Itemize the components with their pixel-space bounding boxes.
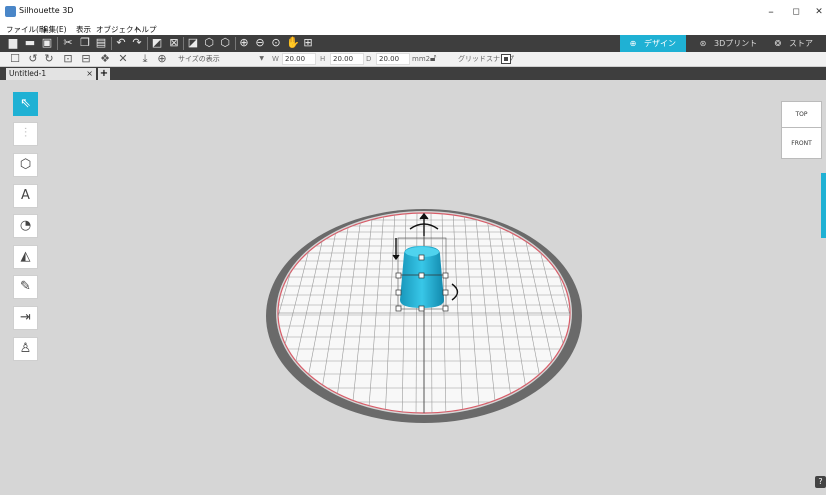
resize-handle[interactable]	[395, 272, 402, 279]
resize-handle[interactable]	[418, 272, 425, 279]
text-a-icon: A	[21, 188, 30, 203]
scene-canvas[interactable]	[0, 0, 826, 495]
figure-icon: ♙	[19, 341, 32, 356]
resize-handle[interactable]	[418, 305, 425, 312]
text-tool-button[interactable]: A	[13, 184, 38, 208]
resize-handle[interactable]	[395, 289, 402, 296]
basic-shapes-tool-button[interactable]: ⬡	[13, 153, 38, 177]
align-icon: ⫶	[23, 126, 28, 141]
resize-handle[interactable]	[442, 272, 449, 279]
help-button[interactable]: ?	[815, 476, 826, 488]
shape-tool-button[interactable]: ◔	[13, 214, 38, 238]
cube-icon: ⬡	[19, 157, 32, 172]
import-tool-button[interactable]: ⇥	[13, 306, 38, 330]
figure-tool-button[interactable]: ♙	[13, 337, 38, 361]
resize-handle[interactable]	[442, 305, 449, 312]
resize-handle[interactable]	[418, 254, 425, 261]
pointer-icon: ⇖	[20, 96, 31, 111]
alignment-tool-button[interactable]: ⫶	[13, 122, 38, 146]
view-cube[interactable]: TOP FRONT	[781, 101, 822, 159]
extrude-tool-button[interactable]: ◭	[13, 245, 38, 269]
view-cube-top[interactable]: TOP	[781, 101, 822, 127]
resize-handle[interactable]	[442, 289, 449, 296]
import-icon: ⇥	[20, 310, 31, 325]
side-panel-handle[interactable]	[821, 173, 826, 238]
tool-palette: ⇖ ⫶ ⬡ A ◔ ◭ ✎ ⇥ ♙	[10, 92, 43, 367]
knife-tool-button[interactable]: ✎	[13, 275, 38, 299]
build-platform	[266, 209, 582, 423]
cutter-icon: ✎	[20, 279, 31, 294]
view-cube-front[interactable]: FRONT	[781, 127, 822, 159]
resize-handle[interactable]	[395, 305, 402, 312]
prism-icon: ◭	[20, 249, 31, 264]
shapes-icon: ◔	[19, 218, 32, 233]
select-tool-button[interactable]: ⇖	[13, 92, 38, 116]
